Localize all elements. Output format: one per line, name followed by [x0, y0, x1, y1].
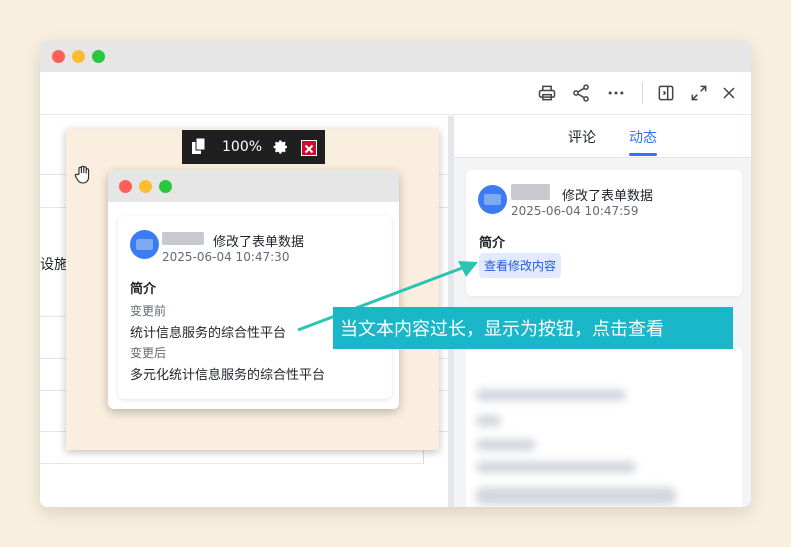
annotation-callout: 当文本内容过长，显示为按钮，点击查看: [333, 307, 733, 349]
popup-maximize-dot[interactable]: [159, 180, 172, 193]
user-name-redacted: [162, 232, 204, 245]
view-changes-button[interactable]: 查看修改内容: [479, 253, 562, 278]
blurred-line: [476, 415, 501, 427]
form-row-divider: [40, 463, 424, 464]
activity-action: 修改了表单数据: [562, 189, 654, 204]
tab-bar: 评论 动态: [454, 115, 751, 158]
activity-card: 修改了表单数据 2025-06-04 10:47:59 简介 查看修改内容: [466, 170, 742, 296]
share-icon[interactable]: [568, 80, 594, 106]
popup-close-dot[interactable]: [119, 180, 132, 193]
expand-icon[interactable]: [686, 80, 712, 106]
sidebar-toggle-icon[interactable]: [653, 80, 679, 106]
hand-cursor-icon: [74, 165, 92, 185]
active-tab-indicator: [629, 153, 657, 156]
window-minimize-dot[interactable]: [72, 50, 85, 63]
popup-action: 修改了表单数据: [213, 235, 305, 250]
popup-time: 2025-06-04 10:47:30: [162, 250, 290, 264]
window-maximize-dot[interactable]: [92, 50, 105, 63]
after-value: 多元化统计信息服务的综合性平台: [130, 368, 326, 383]
popup-title-bar: [108, 170, 399, 202]
close-icon[interactable]: [716, 80, 742, 106]
title-bar: [40, 40, 751, 72]
more-icon[interactable]: [603, 80, 629, 106]
viewer-toolbar: 100%: [182, 130, 325, 164]
tab-activity[interactable]: 动态: [629, 127, 657, 147]
after-label: 变更后: [130, 346, 167, 360]
blurred-line: [476, 487, 676, 505]
form-field-label: 设施: [40, 257, 68, 273]
avatar: [130, 230, 159, 259]
copy-icon[interactable]: [192, 137, 206, 156]
close-icon[interactable]: [301, 140, 317, 156]
activity-time: 2025-06-04 10:47:59: [511, 204, 639, 218]
blurred-activity-card: [466, 347, 742, 507]
printer-icon[interactable]: [534, 80, 560, 106]
blurred-line: [476, 389, 626, 401]
blurred-line: [476, 461, 636, 473]
tab-comments[interactable]: 评论: [568, 127, 596, 147]
avatar: [478, 185, 507, 214]
gear-icon[interactable]: [273, 139, 289, 155]
zoom-level: 100%: [222, 139, 263, 155]
before-value: 统计信息服务的综合性平台: [130, 326, 287, 341]
before-label: 变更前: [130, 304, 167, 318]
toolbar: [40, 72, 751, 115]
summary-label: 简介: [479, 236, 506, 251]
user-name-redacted: [511, 184, 550, 200]
popup-summary-label: 简介: [130, 282, 157, 297]
popup-minimize-dot[interactable]: [139, 180, 152, 193]
window-close-dot[interactable]: [52, 50, 65, 63]
toolbar-separator: [642, 82, 643, 104]
blurred-line: [476, 439, 536, 451]
